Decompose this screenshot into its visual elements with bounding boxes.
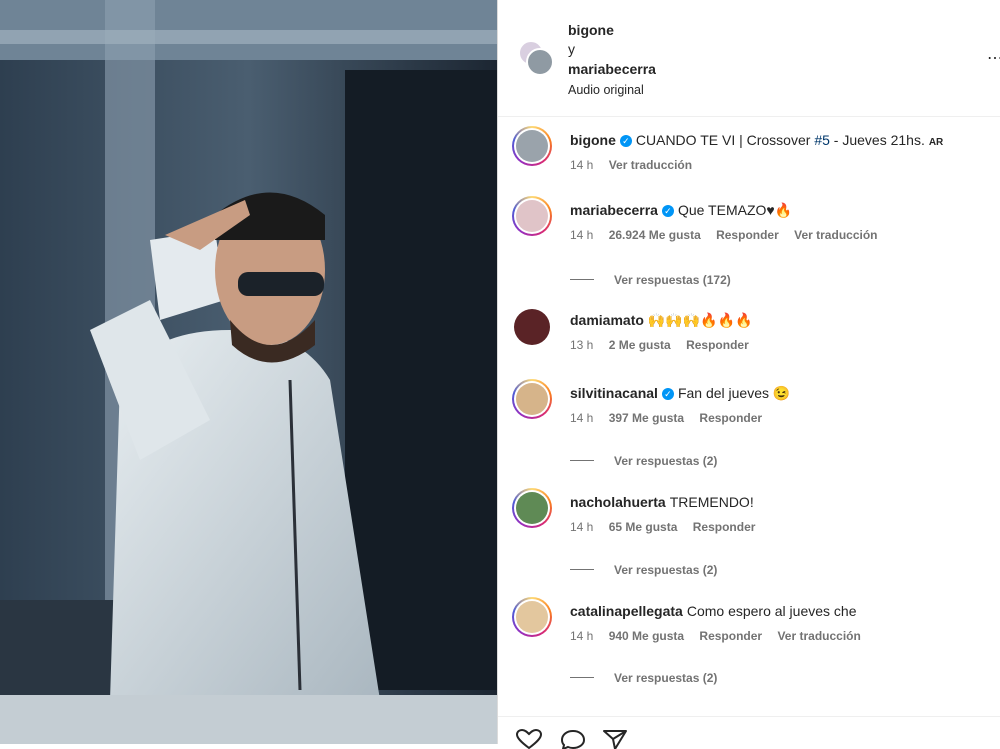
comment-username[interactable]: catalinapellegata: [570, 603, 683, 619]
timestamp[interactable]: 14 h: [570, 629, 593, 643]
view-replies-button[interactable]: Ver respuestas (2): [570, 454, 717, 468]
translate-link[interactable]: Ver traducción: [777, 629, 860, 643]
comment-text: Que TEMAZO♥🔥: [677, 202, 793, 218]
likes-count[interactable]: 2 Me gusta: [609, 338, 671, 352]
heart-icon[interactable]: [516, 729, 542, 749]
post-media[interactable]: [0, 0, 497, 744]
likes-count[interactable]: 397 Me gusta: [609, 411, 684, 425]
likes-count[interactable]: 940 Me gusta: [609, 629, 684, 643]
comment-icon[interactable]: [560, 729, 586, 749]
language-tag: AR: [928, 137, 944, 148]
comment-username[interactable]: silvitinacanal: [570, 385, 658, 401]
comment-text: TREMENDO!: [669, 494, 754, 510]
comments-panel: bigone y mariabecerra Audio original ⋯ b…: [497, 0, 1000, 749]
avatar[interactable]: [514, 309, 550, 345]
header-username-1[interactable]: bigone: [568, 20, 656, 40]
timestamp[interactable]: 14 h: [570, 228, 593, 242]
likes-count[interactable]: 65 Me gusta: [609, 520, 678, 534]
translate-link[interactable]: Ver traducción: [609, 158, 692, 172]
reply-button[interactable]: Responder: [693, 520, 756, 534]
reply-button[interactable]: Responder: [686, 338, 749, 352]
avatar[interactable]: [512, 196, 552, 236]
comment-text: 🙌🙌🙌🔥🔥🔥: [647, 312, 753, 328]
share-icon[interactable]: [602, 729, 628, 749]
verified-badge-icon: ✓: [619, 135, 632, 147]
verified-badge-icon: ✓: [661, 388, 674, 400]
audio-link[interactable]: Audio original: [568, 80, 656, 100]
comment-username[interactable]: nacholahuerta: [570, 494, 666, 510]
avatar[interactable]: [512, 597, 552, 637]
comment-text: Fan del jueves 😉: [677, 385, 791, 401]
action-bar: [498, 716, 1000, 749]
timestamp[interactable]: 14 h: [570, 158, 593, 172]
timestamp[interactable]: 13 h: [570, 338, 593, 352]
caption-text-suffix: - Jueves 21hs.: [829, 132, 925, 148]
collab-avatars[interactable]: [516, 40, 554, 80]
likes-count[interactable]: 26.924 Me gusta: [609, 228, 701, 242]
verified-badge-icon: ✓: [661, 205, 674, 217]
translate-link[interactable]: Ver traducción: [794, 228, 877, 242]
caption-text: CUANDO TE VI | Crossover: [635, 132, 815, 148]
avatar[interactable]: [526, 48, 554, 76]
reply-button[interactable]: Responder: [716, 228, 779, 242]
reply-button[interactable]: Responder: [699, 629, 762, 643]
header-conjunction: y: [568, 41, 575, 57]
header-username-2[interactable]: mariabecerra: [568, 59, 656, 79]
reply-button[interactable]: Responder: [699, 411, 762, 425]
timestamp[interactable]: 14 h: [570, 411, 593, 425]
more-options-icon[interactable]: ⋯: [987, 48, 1000, 68]
avatar[interactable]: [512, 379, 552, 419]
avatar[interactable]: [512, 126, 552, 166]
caption-username[interactable]: bigone: [570, 132, 616, 148]
avatar[interactable]: [512, 488, 552, 528]
video-frame-image: [0, 0, 497, 744]
hashtag-link[interactable]: #5: [814, 132, 830, 148]
comment-text: Como espero al jueves che: [686, 603, 857, 619]
timestamp[interactable]: 14 h: [570, 520, 593, 534]
view-replies-button[interactable]: Ver respuestas (2): [570, 563, 717, 577]
comment-username[interactable]: damiamato: [570, 312, 644, 328]
view-replies-button[interactable]: Ver respuestas (2): [570, 671, 717, 685]
post-header: bigone y mariabecerra Audio original ⋯: [498, 0, 1000, 117]
comment-username[interactable]: mariabecerra: [570, 202, 658, 218]
view-replies-button[interactable]: Ver respuestas (172): [570, 273, 731, 287]
